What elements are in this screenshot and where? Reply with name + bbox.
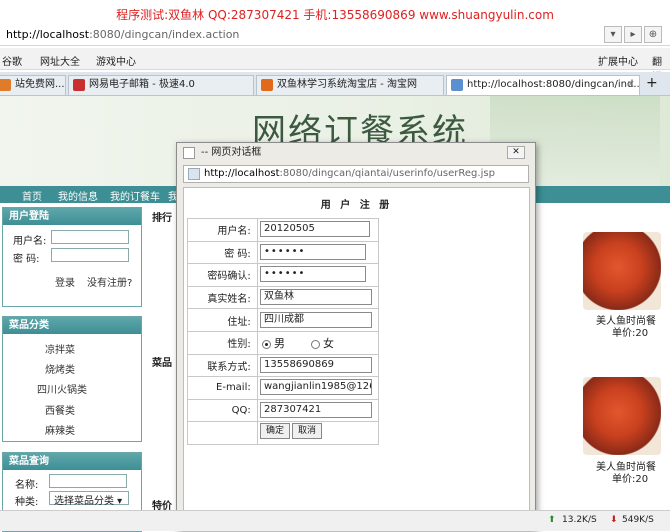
submit-button[interactable]: 确定 [260,423,290,439]
password-confirm-field[interactable]: •••••• [260,266,366,282]
username-field[interactable]: 20120505 [260,221,370,237]
password-field[interactable]: •••••• [260,244,366,260]
radio-icon [311,339,320,349]
food-price: 单价:20 [612,328,649,339]
type-select[interactable]: 选择菜品分类 ▾ [49,491,129,507]
address-label: 住址: [187,308,258,332]
address-bar[interactable]: http://localhost:8080/dingcan/index.acti… [0,24,670,46]
radio-selected-icon [262,339,271,349]
nav-myinfo[interactable]: 我的信息 [58,188,98,203]
email-label: E-mail: [187,376,258,400]
password-label: 密 码: [13,254,40,265]
mail-icon [73,79,85,91]
dialog-title: -- 网页对话框 [201,147,262,158]
category-item[interactable]: 四川火锅类 [37,381,87,396]
nav-cart[interactable]: 我的订餐车 [110,188,160,203]
name-input[interactable] [49,474,127,488]
address-url[interactable]: http://localhost:8080/dingcan/index.acti… [6,28,239,41]
address-field[interactable]: 四川成都 [260,312,372,328]
food-image[interactable] [583,232,661,310]
page-icon [451,79,463,91]
tab-3[interactable]: 双鱼林学习系统淘宝店 - 淘宝网 [256,75,444,95]
form-title: 用 户 注 册 [320,200,393,211]
qq-field[interactable]: 287307421 [260,402,372,418]
register-dialog: -- 网页对话框 ✕ http://localhost:8080/dingcan… [176,142,536,532]
close-icon[interactable]: ✕ [507,146,525,159]
category-item[interactable]: 凉拌菜 [45,341,75,356]
register-link[interactable]: 没有注册? [87,274,132,289]
dialog-body: 用 户 注 册 用户名: 密 码: 密码确认: 真实姓名: 住址: 性别: 联系… [183,187,530,532]
download-speed: 549K/S [622,515,654,525]
gender-label: 性别: [187,330,258,355]
extension-center[interactable]: 扩展中心 [598,53,638,68]
category-header: 菜品分类 [3,317,141,334]
favorites-bar: 谷歌 网址大全 游戏中心 扩展中心 翻译 [0,48,670,83]
dialog-url: http://localhost:8080/dingcan/qiantai/us… [183,165,529,183]
login-panel: 用户登陆 用户名: 密 码: 登录 没有注册? [2,207,142,307]
password-confirm-label: 密码确认: [187,263,258,287]
taobao-icon [261,79,273,91]
page-icon [183,147,195,159]
type-label: 种类: [15,497,39,508]
favorite-games[interactable]: 游戏中心 [96,53,136,68]
name-label: 名称: [15,480,39,491]
gender-female-radio[interactable]: 女 [311,335,334,351]
phone-label: 联系方式: [187,353,258,378]
favorite-google[interactable]: 谷歌 [2,53,22,68]
username-label: 用户名: [13,236,47,247]
shield-icon[interactable]: ⊕ [644,26,662,43]
category-item[interactable]: 烧烤类 [45,361,75,376]
gender-male-radio[interactable]: 男 [262,335,285,351]
password-label: 密 码: [187,240,258,265]
category-item[interactable]: 麻辣类 [45,422,75,437]
tab-1[interactable]: 站免费网... [0,75,66,95]
qq-label: QQ: [187,398,258,423]
realname-field[interactable]: 双鱼林 [260,289,372,305]
site-icon [0,79,11,91]
email-field[interactable]: wangjianlin1985@126.com [260,379,372,395]
login-button[interactable]: 登录 [55,274,75,289]
username-input[interactable] [51,230,129,244]
login-header: 用户登陆 [3,208,141,225]
nav-home[interactable]: 首页 [22,188,42,203]
food-price: 单价:20 [612,474,649,485]
food-image[interactable] [583,377,661,455]
dialog-titlebar[interactable]: -- 网页对话框 ✕ [177,143,535,163]
new-tab-button[interactable]: + [646,75,658,91]
page-icon [188,168,200,180]
upload-speed: 13.2K/S [562,515,597,525]
dropdown-icon[interactable]: ▾ [604,26,622,43]
cancel-button[interactable]: 取消 [292,423,322,439]
realname-label: 真实姓名: [187,285,258,310]
go-icon[interactable]: ▸ [624,26,642,43]
phone-field[interactable]: 13558690869 [260,357,372,373]
favorite-sites[interactable]: 网址大全 [40,53,80,68]
category-item[interactable]: 西餐类 [45,402,75,417]
username-label: 用户名: [187,218,258,242]
upload-icon: ⬆ [548,515,556,525]
password-input[interactable] [51,248,129,262]
tab-active[interactable]: http://localhost:8080/dingcan/ind... × [446,75,640,95]
category-panel: 菜品分类 凉拌菜 烧烤类 四川火锅类 西餐类 麻辣类 [2,316,142,442]
tab-2[interactable]: 网易电子邮箱 - 极速4.0 [68,75,254,95]
watermark-text: 程序测试:双鱼林 QQ:287307421 手机:13558690869 www… [116,8,554,22]
tab-bar: 站免费网... 网易电子邮箱 - 极速4.0 双鱼林学习系统淘宝店 - 淘宝网 … [0,72,670,96]
close-tab-icon[interactable]: × [627,76,635,94]
download-icon: ⬇ [610,515,618,525]
status-bar: ⬆ 13.2K/S ⬇ 549K/S [0,510,670,531]
query-header: 菜品查询 [3,453,141,470]
